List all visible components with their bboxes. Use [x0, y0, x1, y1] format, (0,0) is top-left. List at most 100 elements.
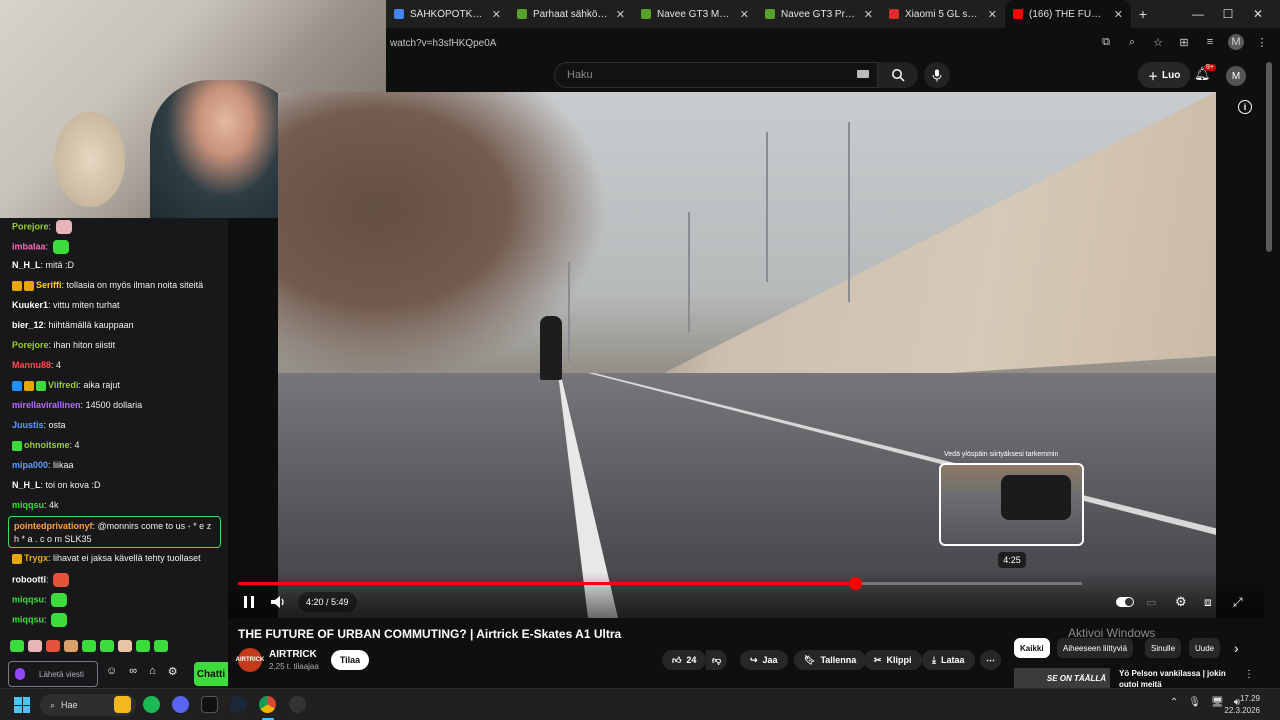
zoom-icon[interactable]: ⌕	[1124, 36, 1140, 49]
share-button[interactable]: ↪ Jaa	[740, 650, 788, 670]
pause-icon[interactable]	[242, 593, 256, 611]
chat-username[interactable]: mirellavirallinen	[12, 400, 81, 410]
discord-icon[interactable]	[172, 696, 189, 713]
emote-icon[interactable]	[100, 640, 114, 652]
cast-icon[interactable]: ⧉	[1098, 36, 1114, 49]
emote-icon[interactable]	[64, 640, 78, 652]
chip-all[interactable]: Kaikki	[1014, 638, 1050, 658]
recommendation-title[interactable]: Yö Pelson vankilassa | jokin outoi meitä	[1119, 668, 1229, 690]
new-tab-button[interactable]: +	[1131, 0, 1155, 28]
spotify-icon[interactable]	[143, 696, 160, 713]
gift-icon[interactable]: ⌂	[149, 665, 156, 678]
chat-username[interactable]: Viifredi	[48, 380, 78, 390]
steam-icon[interactable]	[230, 696, 247, 713]
chip-related[interactable]: Aiheeseen liittyviä	[1057, 638, 1134, 658]
chat-username[interactable]: Porejore	[12, 340, 49, 350]
chat-username[interactable]: mipa000	[12, 460, 48, 470]
emote-icon[interactable]	[28, 640, 42, 652]
account-avatar[interactable]: M	[1226, 66, 1246, 86]
emote-icon[interactable]	[10, 640, 24, 652]
clip-button[interactable]: ✂ Klippi	[864, 650, 922, 670]
close-tab-icon[interactable]: ✕	[864, 8, 873, 21]
chat-username[interactable]: miqqsu	[12, 614, 44, 624]
app-icon[interactable]	[201, 696, 218, 713]
fullscreen-icon[interactable]: ⤢	[1233, 593, 1243, 611]
chat-username[interactable]: Kuuker1	[12, 300, 48, 310]
browser-tab[interactable]: Xiaomi 5 GL sähköpo ✕	[881, 0, 1005, 28]
chat-username[interactable]: Seriffi	[36, 280, 62, 290]
chevron-up-icon[interactable]: ⌃	[1170, 697, 1178, 708]
chat-username[interactable]: imbalaa	[12, 241, 46, 251]
progress-scrubber[interactable]	[848, 577, 862, 590]
emote-icon[interactable]	[118, 640, 132, 652]
emote-picker-icon[interactable]: ☺	[106, 665, 117, 678]
search-input[interactable]: Haku	[554, 62, 878, 88]
close-tab-icon[interactable]: ✕	[740, 8, 749, 21]
microphone-icon[interactable]: 🎙︎	[1188, 697, 1201, 708]
close-tab-icon[interactable]: ✕	[616, 8, 625, 21]
extensions-icon[interactable]: ⊞	[1176, 36, 1192, 49]
chat-send-button[interactable]: Chatti	[194, 662, 228, 686]
like-button[interactable]: 👍︎ 24	[662, 650, 707, 670]
volume-icon[interactable]	[270, 593, 286, 611]
close-tab-icon[interactable]: ✕	[1114, 8, 1123, 21]
more-actions-button[interactable]: ⋯	[980, 650, 1001, 670]
bookmark-star-icon[interactable]: ☆	[1150, 36, 1166, 49]
chat-username[interactable]: pointedprivationyf	[14, 521, 93, 531]
chat-username[interactable]: miqqsu	[12, 500, 44, 510]
close-window-button[interactable]: ✕	[1242, 0, 1274, 28]
chip-new[interactable]: Uude	[1189, 638, 1221, 658]
search-button[interactable]	[878, 62, 918, 88]
chevron-right-icon[interactable]: ›	[1234, 639, 1239, 657]
emote-icon[interactable]	[154, 640, 168, 652]
voice-search-button[interactable]	[924, 62, 950, 88]
system-clock[interactable]: 17.29 22.3.2026	[1224, 693, 1260, 717]
recommendation-menu-icon[interactable]: ⋮	[1244, 669, 1254, 680]
channel-name[interactable]: AIRTRICK	[269, 649, 317, 660]
browser-tab-active[interactable]: (166) THE FUTURE ✕	[1005, 0, 1131, 28]
create-button[interactable]: ＋ Luo	[1138, 62, 1191, 88]
browser-tab[interactable]: Navee GT3 Max-E säh ✕	[633, 0, 757, 28]
browser-menu-icon[interactable]: ⋮	[1254, 36, 1270, 49]
chat-message-input[interactable]: Lähetä viesti	[8, 661, 98, 687]
chip-for-you[interactable]: Sinulle	[1145, 638, 1182, 658]
microphone-icon[interactable]	[15, 668, 25, 680]
settings-gear-icon[interactable]: ⚙	[168, 665, 178, 678]
close-tab-icon[interactable]: ✕	[492, 8, 501, 21]
file-explorer-icon[interactable]	[114, 696, 131, 713]
browser-tab[interactable]: Parhaat sähköpotkula ✕	[509, 0, 633, 28]
windows-start-icon[interactable]	[14, 697, 30, 713]
download-button[interactable]: ⤓ Lataa	[922, 650, 975, 670]
subtitles-icon[interactable]: ▭	[1146, 593, 1156, 611]
autoplay-toggle[interactable]	[1116, 597, 1134, 607]
channel-points-icon[interactable]: ∞	[129, 665, 137, 678]
progress-bar[interactable]	[238, 577, 1082, 590]
chat-username[interactable]: ohnoitsme	[24, 440, 70, 450]
info-icon[interactable]: i	[1238, 100, 1252, 114]
chrome-icon[interactable]	[259, 696, 276, 713]
minimize-button[interactable]: —	[1182, 0, 1214, 28]
chat-username[interactable]: N_H_L	[12, 480, 41, 490]
media-control-icon[interactable]: ≡	[1202, 36, 1218, 48]
settings-gear-icon[interactable]: ⚙	[1175, 593, 1187, 611]
chat-username[interactable]: miqqsu	[12, 594, 44, 604]
browser-tab[interactable]: Navee GT3 Pro-E säh ✕	[757, 0, 881, 28]
chat-username[interactable]: Mannu88	[12, 360, 51, 370]
emote-icon[interactable]	[82, 640, 96, 652]
chat-username[interactable]: Porejore	[12, 221, 49, 231]
network-icon[interactable]: 🖥︎	[1211, 697, 1224, 708]
emote-icon[interactable]	[136, 640, 150, 652]
close-tab-icon[interactable]: ✕	[988, 8, 997, 21]
chat-username[interactable]: bier_12	[12, 320, 44, 330]
channel-avatar[interactable]: AIRTRICK	[236, 648, 264, 672]
page-scrollbar[interactable]	[1266, 62, 1272, 252]
keyboard-icon[interactable]	[857, 70, 869, 78]
subscribe-button[interactable]: Tilaa	[331, 650, 369, 670]
emote-icon[interactable]	[46, 640, 60, 652]
chat-username[interactable]: N_H_L	[12, 260, 41, 270]
chat-username[interactable]: Juustis	[12, 420, 44, 430]
chat-username[interactable]: Trygx	[24, 553, 48, 563]
chat-username[interactable]: robootti	[12, 574, 46, 584]
browser-tab[interactable]: SÄHKÖPOTKULAUTA ✕	[386, 0, 509, 28]
url-field[interactable]: watch?v=h3sfHKQpe0A	[390, 38, 496, 49]
